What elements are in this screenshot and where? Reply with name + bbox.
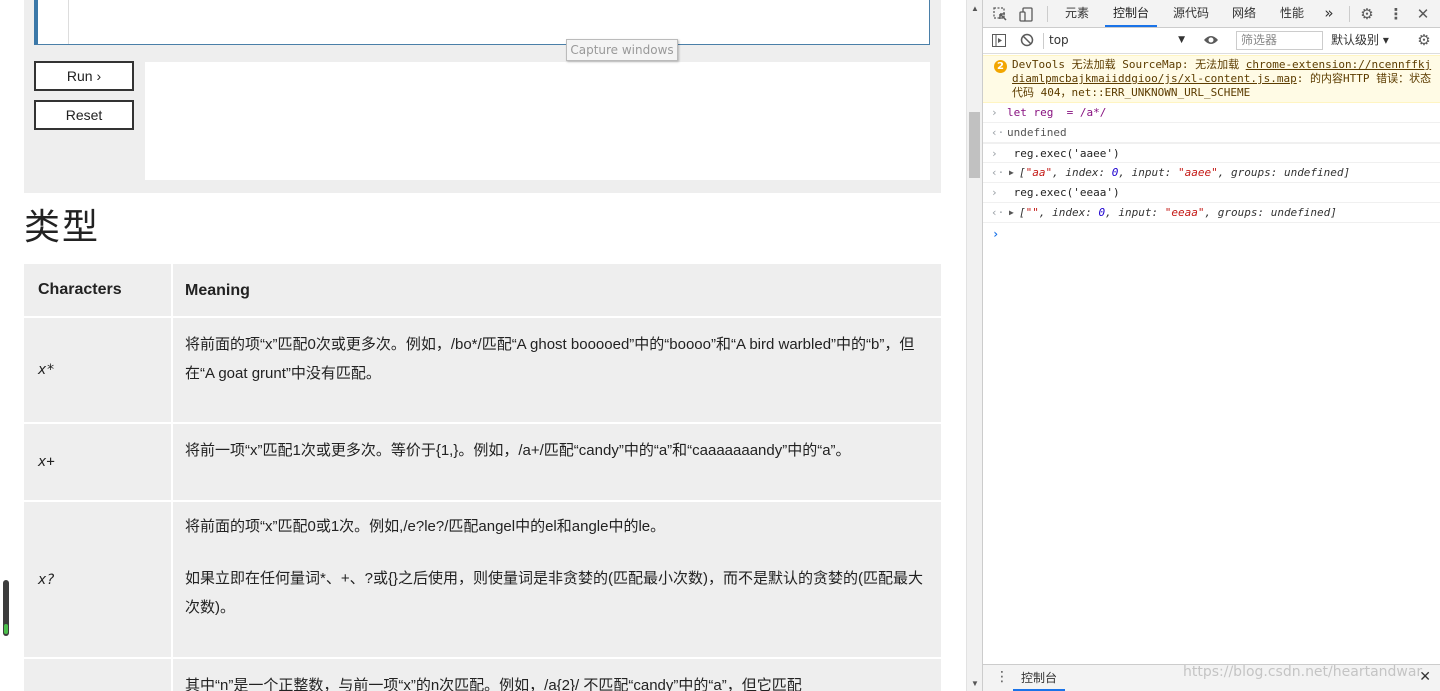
meaning-cell: 将前一项“x”匹配1次或更多次。等价于{1,}。例如，/a+/匹配“candy”… [173, 424, 941, 502]
entry-text: undefined [1007, 126, 1067, 139]
drawer-tab-console[interactable]: 控制台 [1013, 665, 1066, 691]
sidebar-toggle-icon[interactable] [990, 31, 1008, 49]
char-cell: x+ [24, 424, 173, 502]
settings-gear-icon[interactable]: ⚙ [1358, 5, 1376, 23]
expand-triangle-icon[interactable]: ▶ [1009, 203, 1014, 223]
warning-text: DevTools 无法加载 SourceMap: 无法加载 chrome-ext… [1012, 58, 1432, 99]
console-result-entry[interactable]: ‹· ▶ ["aa", index: 0, input: "aaee", gro… [983, 163, 1440, 183]
quantifier-table: Characters Meaning x* 将前面的项“x”匹配0次或更多次。例… [24, 264, 941, 691]
scrollbar-thumb[interactable] [969, 112, 980, 178]
entry-text: reg.exec('aaee') [1007, 147, 1120, 160]
capture-windows-tooltip: Capture windows [566, 39, 678, 61]
drawer-close-icon[interactable]: ✕ [1419, 669, 1431, 685]
drawer-menu-icon[interactable]: ⋮ [995, 669, 1009, 685]
drawer-bar: ⋮ 控制台 ✕ [983, 664, 1440, 691]
meaning-cell: 将前面的项“x”匹配0次或更多次。例如，/bo*/匹配“A ghost booo… [173, 318, 941, 424]
console-filter-bar: top ▼ 筛选器 默认级别 ▾ ⚙ [983, 28, 1440, 54]
code-input-box[interactable] [34, 0, 930, 45]
filter-input[interactable]: 筛选器 [1236, 31, 1323, 50]
context-value: top [1049, 33, 1069, 47]
console-input-entry: › reg.exec('aaee') [983, 143, 1440, 163]
entry-text: reg.exec('eeaa') [1007, 186, 1120, 199]
prompt-chevron-icon: › [992, 227, 1000, 241]
console-input-entry: › reg.exec('eeaa') [983, 183, 1440, 203]
clear-console-icon[interactable] [1018, 31, 1036, 49]
chevron-down-icon: ▼ [1178, 35, 1185, 45]
entry-text: let reg = /a*/ [1007, 106, 1107, 119]
device-toggle-icon[interactable] [1017, 5, 1035, 23]
meaning-text: 其中“n”是一个正整数，与前一项“x”的n次匹配。例如，/a{2}/ 不匹配“c… [185, 677, 802, 691]
meaning-text: 将前面的项“x”匹配0或1次。例如,/e?le?/匹配angel中的el和ang… [185, 518, 666, 535]
eye-icon[interactable] [1202, 31, 1220, 49]
reset-button[interactable]: Reset [34, 100, 134, 130]
console-input-entry: › let reg = /a*/ [983, 103, 1440, 123]
scroll-up-arrow-icon[interactable]: ▲ [967, 0, 983, 16]
table-row: x+ 将前一项“x”匹配1次或更多次。等价于{1,}。例如，/a+/匹配“can… [24, 424, 941, 502]
table-row: x? 将前面的项“x”匹配0或1次。例如,/e?le?/匹配angel中的el和… [24, 502, 941, 659]
object-preview[interactable]: ["", index: 0, input: "eeaa", groups: un… [1019, 203, 1337, 223]
expand-triangle-icon[interactable]: ▶ [1009, 163, 1014, 183]
tab-sources[interactable]: 源代码 [1165, 0, 1217, 27]
kebab-menu-icon[interactable]: ⋮ [1387, 5, 1405, 23]
table-header-row: Characters Meaning [24, 264, 941, 318]
output-box [145, 62, 930, 180]
section-heading: 类型 [24, 207, 101, 248]
object-preview[interactable]: ["aa", index: 0, input: "aaee", groups: … [1019, 163, 1350, 183]
devtools-toolbar: 元素 控制台 源代码 网络 性能 » ⚙ ⋮ ✕ [983, 0, 1440, 28]
table-row: 其中“n”是一个正整数，与前一项“x”的n次匹配。例如，/a{2}/ 不匹配“c… [24, 659, 941, 691]
table-row: x* 将前面的项“x”匹配0次或更多次。例如，/bo*/匹配“A ghost b… [24, 318, 941, 424]
tab-console[interactable]: 控制台 [1105, 0, 1157, 27]
close-icon[interactable]: ✕ [1414, 5, 1432, 23]
scroll-indicator[interactable] [3, 580, 9, 636]
console-log: 2 DevTools 无法加载 SourceMap: 无法加载 chrome-e… [983, 55, 1440, 660]
meaning-text: 将前面的项“x”匹配0次或更多次。例如，/bo*/匹配“A ghost booo… [185, 335, 915, 382]
input-chevron-icon: › [991, 186, 998, 199]
result-chevron-icon: ‹· [991, 166, 1005, 179]
warning-badge-icon: 2 [994, 60, 1007, 73]
code-editor-area: Run › Reset [24, 0, 941, 193]
console-settings-icon[interactable]: ⚙ [1415, 31, 1433, 49]
meaning-text: 如果立即在任何量词*、+、?或{}之后使用，则使量词是非贪婪的(匹配最小次数)，… [185, 570, 923, 616]
meaning-cell: 其中“n”是一个正整数，与前一项“x”的n次匹配。例如，/a{2}/ 不匹配“c… [173, 659, 941, 691]
inspect-icon[interactable] [991, 5, 1009, 23]
result-chevron-icon: ‹· [991, 126, 1005, 139]
console-result-entry: ‹· undefined [983, 123, 1440, 143]
code-gutter [38, 0, 69, 44]
header-meaning: Meaning [173, 264, 941, 318]
console-result-entry[interactable]: ‹· ▶ ["", index: 0, input: "eeaa", group… [983, 203, 1440, 223]
char-cell: x? [24, 502, 173, 659]
tab-network[interactable]: 网络 [1225, 0, 1263, 27]
page-scrollbar[interactable]: ▲ ▼ [966, 0, 982, 691]
header-characters: Characters [24, 264, 173, 318]
web-page: Run › Reset Capture windows 类型 Character… [0, 0, 966, 691]
more-tabs-icon[interactable]: » [1317, 0, 1341, 27]
console-prompt[interactable]: › [983, 225, 1440, 243]
input-chevron-icon: › [991, 147, 998, 160]
input-chevron-icon: › [991, 106, 998, 119]
devtools-panel: 元素 控制台 源代码 网络 性能 » ⚙ ⋮ ✕ top ▼ 筛选器 默认级别 … [982, 0, 1440, 691]
char-cell: x* [24, 318, 173, 424]
meaning-cell: 将前面的项“x”匹配0或1次。例如,/e?le?/匹配angel中的el和ang… [173, 502, 941, 659]
result-chevron-icon: ‹· [991, 206, 1005, 219]
tab-elements[interactable]: 元素 [1057, 0, 1097, 27]
char-cell [24, 659, 173, 691]
scroll-down-arrow-icon[interactable]: ▼ [967, 675, 983, 691]
warning-message: 2 DevTools 无法加载 SourceMap: 无法加载 chrome-e… [983, 55, 1440, 103]
tab-performance[interactable]: 性能 [1273, 0, 1311, 27]
run-button[interactable]: Run › [34, 61, 134, 91]
meaning-text: 将前一项“x”匹配1次或更多次。等价于{1,}。例如，/a+/匹配“candy”… [185, 442, 851, 459]
log-levels-dropdown[interactable]: 默认级别 ▾ [1331, 31, 1389, 50]
context-selector[interactable]: top ▼ [1049, 31, 1185, 50]
